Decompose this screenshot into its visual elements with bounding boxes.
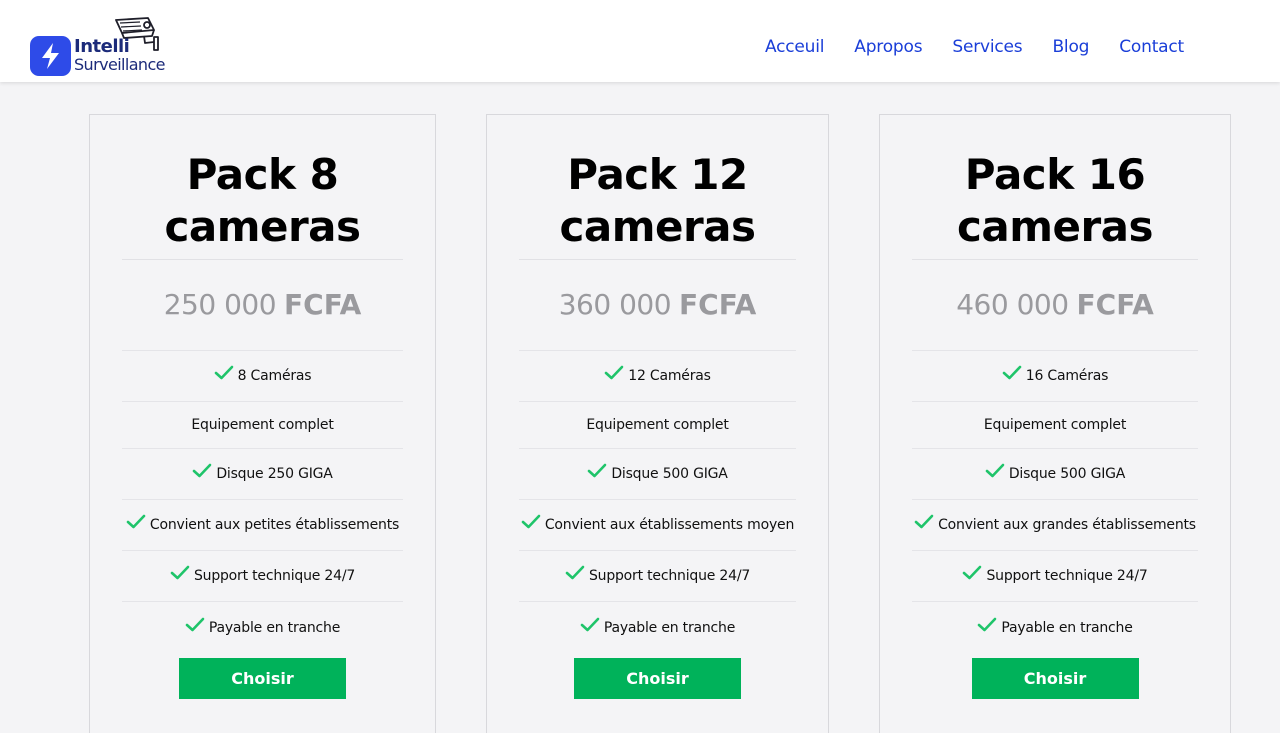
main-nav: Acceuil Apropos Services Blog Contact xyxy=(765,37,1184,57)
pricing-card-inner: Pack 16 cameras 460 000 FCFA 16 Caméras Eq… xyxy=(912,115,1198,699)
feature-item: Disque 250 GIGA xyxy=(122,449,403,500)
price-amount: 460 000 xyxy=(956,288,1069,321)
checkmark-icon xyxy=(126,514,146,530)
lightning-bolt-icon xyxy=(30,36,71,76)
brand-name-line2: Surveillance xyxy=(74,55,166,74)
feature-item: Equipement complet xyxy=(912,402,1198,449)
feature-item: Equipement complet xyxy=(122,402,403,449)
site-header: Intelli Surveillance Acceuil Apropos Ser… xyxy=(0,0,1280,82)
plan-title: Pack 8 cameras xyxy=(122,149,403,260)
plan-price: 360 000 FCFA xyxy=(519,260,796,351)
feature-text: Disque 500 GIGA xyxy=(1008,466,1126,482)
plan-title-line1: Pack 8 xyxy=(186,150,339,199)
checkmark-icon xyxy=(580,617,600,633)
feature-text: Disque 250 GIGA xyxy=(216,466,333,482)
plan-title-line2: cameras xyxy=(164,202,361,251)
feature-text: Disque 500 GIGA xyxy=(611,466,728,482)
feature-list: 12 Caméras Equipement complet Disque 500 G… xyxy=(519,351,796,653)
feature-list: 8 Caméras Equipement complet Disque 250 GI… xyxy=(122,351,403,653)
feature-item: Payable en tranche xyxy=(519,602,796,653)
feature-text: Convient aux grandes établissements xyxy=(938,517,1196,533)
price-currency: FCFA xyxy=(284,288,362,321)
feature-text: 8 Caméras xyxy=(237,368,312,384)
checkmark-icon xyxy=(962,565,982,581)
checkmark-icon xyxy=(587,463,607,479)
feature-item: 12 Caméras xyxy=(519,351,796,402)
feature-item: Convient aux petites établissements xyxy=(122,500,403,551)
pricing-card-inner: Pack 12 cameras 360 000 FCFA 12 Caméras Eq… xyxy=(519,115,796,699)
nav-link-acceuil[interactable]: Acceuil xyxy=(765,37,825,57)
feature-item: Support technique 24/7 xyxy=(519,551,796,602)
feature-text: Convient aux petites établissements xyxy=(149,517,400,533)
feature-item: Disque 500 GIGA xyxy=(912,449,1198,500)
feature-text: Payable en tranche xyxy=(1001,619,1133,636)
feature-item: Disque 500 GIGA xyxy=(519,449,796,500)
logo[interactable]: Intelli Surveillance xyxy=(30,16,190,78)
nav-link-contact[interactable]: Contact xyxy=(1119,37,1184,57)
price-amount: 360 000 xyxy=(558,288,672,321)
feature-item: Support technique 24/7 xyxy=(122,551,403,602)
feature-item: Support technique 24/7 xyxy=(912,551,1198,602)
pricing-card: Pack 12 cameras 360 000 FCFA 12 Caméras Eq… xyxy=(486,114,829,733)
price-currency: FCFA xyxy=(679,288,757,321)
plan-title-line2: cameras xyxy=(559,202,756,251)
feature-item: Convient aux établissements moyen xyxy=(519,500,796,551)
feature-text: Equipement complet xyxy=(983,417,1127,433)
feature-text: Support technique 24/7 xyxy=(193,568,356,584)
checkmark-icon xyxy=(214,365,234,381)
choose-plan-button[interactable]: Choisir xyxy=(971,658,1139,699)
checkmark-icon xyxy=(565,565,585,581)
plan-title: Pack 12 cameras xyxy=(519,149,796,260)
feature-list: 16 Caméras Equipement complet Disque 500 G… xyxy=(912,351,1198,653)
feature-text: Payable en tranche xyxy=(603,619,736,636)
checkmark-icon xyxy=(1002,365,1022,381)
nav-link-services[interactable]: Services xyxy=(952,37,1022,57)
nav-link-blog[interactable]: Blog xyxy=(1052,37,1089,57)
feature-text: Equipement complet xyxy=(586,417,729,433)
feature-item: 8 Caméras xyxy=(122,351,403,402)
pricing-card: Pack 8 cameras 250 000 FCFA 8 Caméras Equi… xyxy=(89,114,436,733)
pricing-card: Pack 16 cameras 460 000 FCFA 16 Caméras Eq… xyxy=(879,114,1231,733)
nav-link-apropos[interactable]: Apropos xyxy=(854,37,922,57)
feature-text: Equipement complet xyxy=(191,417,334,433)
checkmark-icon xyxy=(185,617,205,633)
choose-plan-button[interactable]: Choisir xyxy=(179,658,346,699)
feature-text: 12 Caméras xyxy=(628,368,711,384)
plan-title-line1: Pack 16 xyxy=(964,150,1146,199)
feature-text: 16 Caméras xyxy=(1025,368,1109,384)
feature-item: Payable en tranche xyxy=(122,602,403,653)
choose-plan-button[interactable]: Choisir xyxy=(574,658,741,699)
price-amount: 250 000 xyxy=(163,288,277,321)
feature-text: Payable en tranche xyxy=(208,619,341,636)
feature-item: Payable en tranche xyxy=(912,602,1198,653)
plan-title-line1: Pack 12 xyxy=(567,150,748,199)
price-currency: FCFA xyxy=(1076,288,1154,321)
feature-item: 16 Caméras xyxy=(912,351,1198,402)
feature-item: Equipement complet xyxy=(519,402,796,449)
feature-text: Support technique 24/7 xyxy=(986,568,1148,584)
plan-title-line2: cameras xyxy=(956,202,1154,251)
checkmark-icon xyxy=(604,365,624,381)
checkmark-icon xyxy=(914,514,934,530)
plan-price: 250 000 FCFA xyxy=(122,260,403,351)
brand-name-line1: Intelli xyxy=(74,36,130,57)
checkmark-icon xyxy=(170,565,190,581)
pricing-card-inner: Pack 8 cameras 250 000 FCFA 8 Caméras Equi… xyxy=(122,115,403,699)
checkmark-icon xyxy=(985,463,1005,479)
plan-title: Pack 16 cameras xyxy=(912,149,1198,260)
checkmark-icon xyxy=(192,463,212,479)
plan-price: 460 000 FCFA xyxy=(912,260,1198,351)
checkmark-icon xyxy=(521,514,541,530)
feature-text: Support technique 24/7 xyxy=(588,568,751,584)
feature-text: Convient aux établissements moyen xyxy=(544,517,795,533)
feature-item: Convient aux grandes établissements xyxy=(912,500,1198,551)
checkmark-icon xyxy=(977,617,997,633)
